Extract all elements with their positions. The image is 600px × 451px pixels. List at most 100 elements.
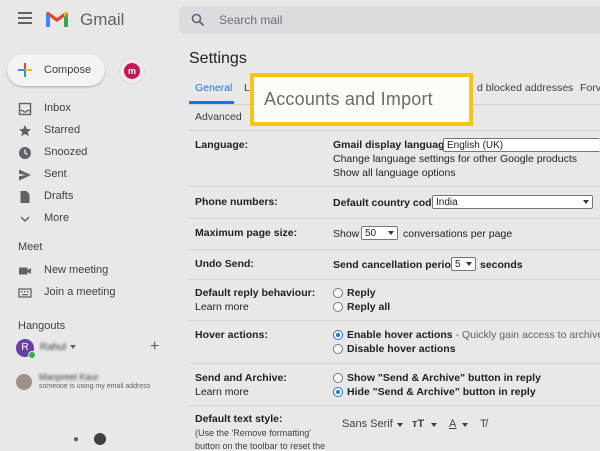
tab-general[interactable]: General bbox=[195, 82, 232, 94]
reply-all-radio[interactable] bbox=[333, 302, 343, 312]
page-title: Settings bbox=[189, 50, 247, 67]
country-code-select[interactable]: India bbox=[432, 195, 593, 209]
send-archive-label: Send and Archive: bbox=[195, 372, 287, 384]
send-icon bbox=[19, 169, 31, 181]
country-code-value: India bbox=[436, 197, 458, 208]
online-status-dot bbox=[28, 351, 36, 359]
clock-icon bbox=[19, 147, 31, 159]
display-language-select[interactable]: English (UK) bbox=[443, 138, 600, 152]
search-input[interactable] bbox=[217, 12, 521, 28]
text-style-label: Default text style: bbox=[195, 413, 283, 425]
sidebar-bottom-bar: ● bbox=[0, 430, 180, 450]
hangouts-contact[interactable]: Manpreet Kaur someone is using my email … bbox=[0, 370, 180, 394]
sidebar-nav: Inbox Starred Snoozed Sent Drafts More bbox=[0, 98, 180, 230]
learn-more-link[interactable]: Learn more bbox=[195, 386, 249, 398]
avatar-letter: m bbox=[124, 63, 140, 79]
disable-hover-radio[interactable] bbox=[333, 344, 343, 354]
enable-hover-label: Enable hover actions bbox=[347, 329, 453, 341]
chevron-down-icon bbox=[466, 262, 472, 266]
add-contact-icon[interactable]: + bbox=[150, 338, 159, 356]
seconds-suffix: seconds bbox=[480, 259, 523, 271]
page-size-select[interactable]: 50 bbox=[361, 226, 398, 240]
hangouts-user-name: Rahul bbox=[40, 342, 67, 353]
search-icon[interactable] bbox=[191, 13, 205, 27]
account-avatar[interactable]: m bbox=[119, 58, 145, 84]
chevron-down-icon bbox=[388, 231, 394, 235]
compose-label: Compose bbox=[44, 64, 92, 76]
sidebar-item-sent[interactable]: Sent bbox=[0, 164, 180, 186]
cancellation-period-label: Send cancellation period: bbox=[333, 259, 461, 271]
inbox-icon bbox=[18, 102, 32, 116]
row-divider bbox=[189, 218, 600, 219]
enable-hover-description: - Quickly gain access to archive, del bbox=[455, 329, 600, 341]
compose-button[interactable]: Compose bbox=[7, 54, 105, 86]
sidebar-item-label: Drafts bbox=[44, 190, 74, 202]
contact-status: someone is using my email address bbox=[39, 383, 151, 390]
sidebar-item-label: More bbox=[44, 212, 70, 224]
row-divider bbox=[189, 405, 600, 406]
tabs-divider bbox=[189, 130, 600, 131]
hangouts-user[interactable]: R Rahul + bbox=[0, 337, 180, 359]
contact-name: Manpreet Kaur bbox=[39, 372, 99, 382]
star-icon bbox=[19, 125, 31, 137]
app-name: Gmail bbox=[80, 10, 125, 29]
font-family-select[interactable]: Sans Serif bbox=[342, 418, 393, 430]
enable-hover-radio[interactable] bbox=[333, 330, 343, 340]
sidebar-item-join-meeting[interactable]: Join a meeting bbox=[0, 282, 180, 304]
cancellation-period-select[interactable]: 5 bbox=[451, 257, 476, 271]
row-divider bbox=[189, 186, 600, 187]
sidebar-item-more[interactable]: More bbox=[0, 208, 180, 230]
sidebar-item-label: Starred bbox=[44, 124, 81, 136]
top-bar: Gmail bbox=[0, 0, 600, 40]
sidebar-item-starred[interactable]: Starred bbox=[0, 120, 180, 142]
dropdown-arrow-icon[interactable] bbox=[70, 345, 76, 349]
draft-icon bbox=[20, 191, 30, 203]
reply-radio[interactable] bbox=[333, 288, 343, 298]
hangouts-heading: Hangouts bbox=[18, 320, 66, 332]
tab-advanced[interactable]: Advanced bbox=[195, 111, 242, 123]
plus-icon bbox=[18, 63, 32, 77]
hover-actions-label: Hover actions: bbox=[195, 329, 268, 341]
font-size-icon[interactable]: ᴛT bbox=[412, 418, 424, 430]
reply-option-label: Reply bbox=[347, 287, 376, 299]
row-divider bbox=[189, 320, 600, 321]
hide-send-archive-radio[interactable] bbox=[333, 387, 343, 397]
tab-filters-blocked[interactable]: d blocked addresses bbox=[477, 82, 573, 94]
tab-labels[interactable]: L bbox=[244, 82, 250, 94]
cancellation-period-value: 5 bbox=[455, 259, 461, 270]
display-language-label: Gmail display language: bbox=[333, 139, 454, 151]
hide-send-archive-label: Hide "Send & Archive" button in reply bbox=[347, 386, 536, 398]
chevron-down-icon bbox=[583, 200, 589, 204]
language-label: Language: bbox=[195, 139, 249, 151]
page-size-prefix: Show bbox=[333, 228, 360, 240]
sidebar-item-label: New meeting bbox=[44, 264, 109, 276]
country-code-label: Default country code: bbox=[333, 197, 441, 209]
chevron-down-icon[interactable] bbox=[462, 423, 468, 427]
person-icon[interactable]: ● bbox=[73, 434, 79, 445]
search-bar[interactable] bbox=[179, 6, 600, 34]
hamburger-menu-icon[interactable] bbox=[18, 12, 32, 24]
sidebar-item-label: Inbox bbox=[44, 102, 71, 114]
page-size-value: 50 bbox=[365, 228, 377, 239]
sidebar-item-drafts[interactable]: Drafts bbox=[0, 186, 180, 208]
chevron-down-icon bbox=[20, 216, 30, 223]
chevron-down-icon[interactable] bbox=[431, 423, 437, 427]
tab-forwarding[interactable]: Forv bbox=[580, 82, 600, 94]
disable-hover-label: Disable hover actions bbox=[347, 343, 456, 355]
show-send-archive-radio[interactable] bbox=[333, 373, 343, 383]
hangouts-chat-icon[interactable] bbox=[94, 433, 106, 445]
change-language-link[interactable]: Change language settings for other Googl… bbox=[333, 153, 577, 165]
sidebar-item-new-meeting[interactable]: New meeting bbox=[0, 260, 180, 282]
sidebar-item-snoozed[interactable]: Snoozed bbox=[0, 142, 180, 164]
undo-send-label: Undo Send: bbox=[195, 258, 254, 270]
sidebar-item-inbox[interactable]: Inbox bbox=[0, 98, 180, 120]
chevron-down-icon[interactable] bbox=[397, 423, 403, 427]
show-language-options-link[interactable]: Show all language options bbox=[333, 167, 456, 179]
remove-formatting-icon[interactable]: T̸ bbox=[480, 418, 487, 430]
sidebar-item-label: Sent bbox=[44, 168, 67, 180]
sidebar-item-label: Join a meeting bbox=[44, 286, 116, 298]
phone-numbers-label: Phone numbers: bbox=[195, 196, 278, 208]
gmail-logo-icon[interactable] bbox=[44, 9, 70, 29]
text-color-icon[interactable]: A bbox=[449, 418, 456, 430]
learn-more-link[interactable]: Learn more bbox=[195, 301, 249, 313]
